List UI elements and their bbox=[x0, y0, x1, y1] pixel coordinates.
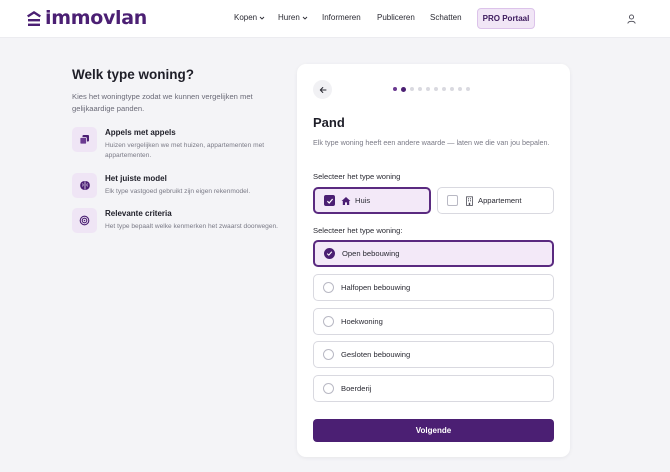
step-dot bbox=[466, 87, 470, 91]
intro-title: Welk type woning? bbox=[72, 67, 195, 82]
user-icon[interactable] bbox=[627, 14, 636, 24]
nav-huren[interactable]: Huren bbox=[278, 13, 308, 22]
building-icon bbox=[464, 195, 474, 206]
radio-button bbox=[323, 316, 334, 327]
option-label: Halfopen bebouwing bbox=[341, 283, 411, 292]
feature-title: Appels met appels bbox=[105, 128, 176, 137]
subtype-option-hoekwoning[interactable]: Hoekwoning bbox=[313, 308, 554, 335]
brand-name: immovlan bbox=[45, 7, 148, 29]
type-label: Selecteer het type woning bbox=[313, 172, 401, 181]
subtype-label: Selecteer het type woning: bbox=[313, 226, 403, 235]
property-type-card: Pand Elk type woning heeft een andere wa… bbox=[297, 64, 570, 457]
nav-huren-label: Huren bbox=[278, 13, 300, 22]
nav-kopen-label: Kopen bbox=[234, 13, 258, 22]
pro-portaal-button[interactable]: PRO Portaal bbox=[477, 8, 535, 29]
brain-icon bbox=[72, 173, 97, 198]
nav-schatten-label: Schatten bbox=[430, 13, 462, 22]
radio-button bbox=[324, 248, 335, 259]
type-label-huis: Huis bbox=[355, 196, 371, 205]
step-dot bbox=[442, 87, 446, 91]
feature-title: Het juiste model bbox=[105, 174, 167, 183]
step-dot bbox=[393, 87, 397, 91]
step-dot bbox=[426, 87, 430, 91]
subtype-option-halfopen-bebouwing[interactable]: Halfopen bebouwing bbox=[313, 274, 554, 301]
type-label-appartement: Appartement bbox=[478, 196, 522, 205]
type-option-huis[interactable]: Huis bbox=[313, 187, 431, 214]
nav-informeren[interactable]: Informeren bbox=[322, 13, 361, 22]
option-label: Boerderij bbox=[341, 384, 372, 393]
step-dot bbox=[450, 87, 454, 91]
chevron-down-icon bbox=[259, 16, 265, 20]
step-dot bbox=[418, 87, 422, 91]
feature-text: Huizen vergelijken we met huizen, appart… bbox=[105, 142, 265, 159]
step-dot bbox=[410, 87, 414, 91]
radio-button bbox=[323, 282, 334, 293]
feature-item: Appels met appels Huizen vergelijken we … bbox=[72, 127, 292, 159]
checkbox bbox=[324, 195, 335, 206]
option-label: Gesloten bebouwing bbox=[341, 350, 411, 359]
nav-publiceren-label: Publiceren bbox=[377, 13, 415, 22]
feature-text: Elk type vastgoed gebruikt zijn eigen re… bbox=[105, 188, 251, 195]
radio-button bbox=[323, 349, 334, 360]
step-dot bbox=[458, 87, 462, 91]
step-indicator bbox=[393, 86, 470, 92]
nav-publiceren[interactable]: Publiceren bbox=[377, 13, 415, 22]
logo-roof-icon bbox=[27, 10, 41, 26]
radio-button bbox=[323, 383, 334, 394]
feature-item: Het juiste model Elk type vastgoed gebru… bbox=[72, 173, 292, 203]
step-dot bbox=[434, 87, 438, 91]
option-label: Open bebouwing bbox=[342, 249, 400, 258]
arrow-left-icon bbox=[319, 86, 326, 93]
subtype-option-gesloten-bebouwing[interactable]: Gesloten bebouwing bbox=[313, 341, 554, 368]
option-label: Hoekwoning bbox=[341, 317, 383, 326]
nav-informeren-label: Informeren bbox=[322, 13, 361, 22]
next-button[interactable]: Volgende bbox=[313, 419, 554, 442]
feature-title: Relevante criteria bbox=[105, 209, 172, 218]
nav-schatten[interactable]: Schatten bbox=[430, 13, 462, 22]
card-subtitle: Elk type woning heeft een andere waarde … bbox=[313, 138, 550, 147]
target-icon bbox=[72, 208, 97, 233]
intro-subtitle: Kies het woningtype zodat we kunnen verg… bbox=[72, 92, 253, 113]
chevron-down-icon bbox=[302, 16, 308, 20]
type-option-appartement[interactable]: Appartement bbox=[437, 187, 554, 214]
nav-kopen[interactable]: Kopen bbox=[234, 13, 265, 22]
immovlan-logo[interactable]: immovlan bbox=[26, 7, 147, 29]
home-icon bbox=[341, 196, 351, 206]
back-button[interactable] bbox=[313, 80, 332, 99]
card-title: Pand bbox=[313, 115, 345, 130]
feature-text: Het type bepaalt welke kenmerken het zwa… bbox=[105, 223, 278, 230]
check-icon bbox=[326, 198, 333, 204]
copy-icon bbox=[72, 127, 97, 152]
subtype-option-boerderij[interactable]: Boerderij bbox=[313, 375, 554, 402]
top-navbar: immovlan Kopen Huren Informeren Publicer… bbox=[0, 0, 670, 38]
feature-item: Relevante criteria Het type bepaalt welk… bbox=[72, 208, 292, 238]
subtype-option-open-bebouwing[interactable]: Open bebouwing bbox=[313, 240, 554, 267]
checkbox bbox=[447, 195, 458, 206]
check-icon bbox=[326, 251, 333, 256]
step-dot-active bbox=[401, 86, 406, 92]
